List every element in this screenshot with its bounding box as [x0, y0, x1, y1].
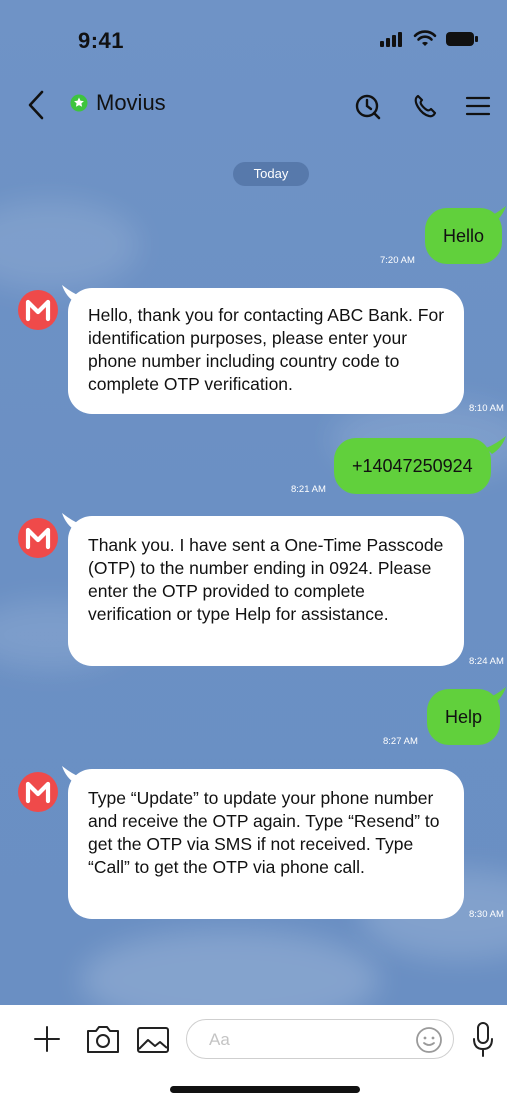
message-timestamp: 8:10 AM — [469, 403, 504, 414]
microphone-icon[interactable] — [470, 1019, 496, 1061]
movius-logo-icon — [25, 781, 51, 804]
image-gallery-icon[interactable] — [136, 1019, 170, 1059]
plus-icon[interactable] — [32, 1019, 62, 1059]
camera-icon[interactable] — [85, 1019, 121, 1059]
emoji-smiley-icon[interactable] — [415, 1026, 443, 1054]
sender-avatar[interactable] — [18, 518, 58, 558]
sender-avatar[interactable] — [18, 772, 58, 812]
menu-hamburger-icon[interactable] — [465, 90, 491, 122]
movius-logo-icon — [25, 527, 51, 550]
battery-icon — [446, 32, 478, 46]
verified-star-badge-icon — [70, 94, 88, 112]
message-timestamp: 8:21 AM — [291, 484, 326, 495]
incoming-bubble[interactable]: Type “Update” to update your phone numbe… — [68, 769, 464, 919]
bubble-tail — [486, 687, 506, 705]
cellular-signal-icon — [380, 32, 402, 47]
message-timestamp: 8:30 AM — [469, 909, 504, 920]
chat-screen: 9:41 Movius Today Hello 7:20 AM Hello, t… — [0, 0, 507, 1093]
back-chevron-icon[interactable] — [22, 86, 52, 124]
movius-logo-icon — [25, 299, 51, 322]
contact-title[interactable]: Movius — [70, 90, 166, 116]
message-timestamp: 7:20 AM — [380, 255, 415, 266]
bubble-tail — [486, 206, 506, 224]
status-time: 9:41 — [78, 28, 125, 53]
outgoing-bubble[interactable]: +14047250924 — [334, 438, 491, 494]
phone-call-icon[interactable] — [410, 90, 442, 122]
status-bar: 9:41 — [0, 0, 507, 80]
date-separator: Today — [233, 162, 309, 186]
sender-avatar[interactable] — [18, 290, 58, 330]
message-input-placeholder: Aa — [209, 1030, 230, 1049]
chat-header: Movius — [0, 80, 507, 130]
status-icons — [379, 30, 479, 48]
history-clock-icon[interactable] — [352, 90, 384, 122]
incoming-bubble[interactable]: Hello, thank you for contacting ABC Bank… — [68, 288, 464, 414]
wifi-icon — [413, 30, 437, 46]
message-timestamp: 8:27 AM — [383, 736, 418, 747]
bubble-tail — [486, 436, 506, 454]
message-input-bar: Aa — [0, 1005, 507, 1093]
home-indicator[interactable] — [170, 1086, 360, 1093]
incoming-bubble[interactable]: Thank you. I have sent a One-Time Passco… — [68, 516, 464, 666]
message-timestamp: 8:24 AM — [469, 656, 504, 667]
contact-name: Movius — [96, 90, 166, 115]
message-text-field[interactable]: Aa — [186, 1019, 454, 1059]
